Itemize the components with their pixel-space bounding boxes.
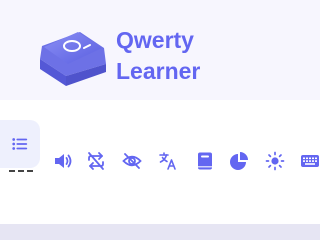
keyboard-settings-button[interactable] xyxy=(300,151,320,171)
volume-icon xyxy=(55,154,72,168)
analysis-button[interactable] xyxy=(229,151,249,171)
sun-icon xyxy=(265,151,285,171)
dictionary-book-icon xyxy=(198,152,212,170)
keyboard-icon xyxy=(301,155,319,167)
bottom-band xyxy=(0,224,320,240)
eye-off-icon xyxy=(122,153,142,169)
sound-toggle-button[interactable] xyxy=(53,151,73,171)
app-title-line1: Qwerty xyxy=(116,27,194,53)
list-icon xyxy=(12,138,28,150)
translation-toggle-button[interactable] xyxy=(158,151,178,171)
hide-word-toggle-button[interactable] xyxy=(122,151,142,171)
translate-icon xyxy=(159,152,176,170)
divider xyxy=(9,170,33,174)
dictionary-button[interactable] xyxy=(195,151,215,171)
theme-toggle-button[interactable] xyxy=(265,151,285,171)
loop-toggle-button[interactable] xyxy=(86,151,106,171)
pie-chart-icon xyxy=(230,152,248,170)
toolbar xyxy=(0,100,320,224)
app-header: Qwerty Learner xyxy=(0,0,320,100)
menu-button[interactable] xyxy=(0,120,40,168)
app-title: Qwerty Learner xyxy=(116,25,200,87)
repeat-off-icon xyxy=(88,152,104,170)
keycap-logo-icon xyxy=(40,32,106,86)
app-title-line2: Learner xyxy=(116,58,201,84)
